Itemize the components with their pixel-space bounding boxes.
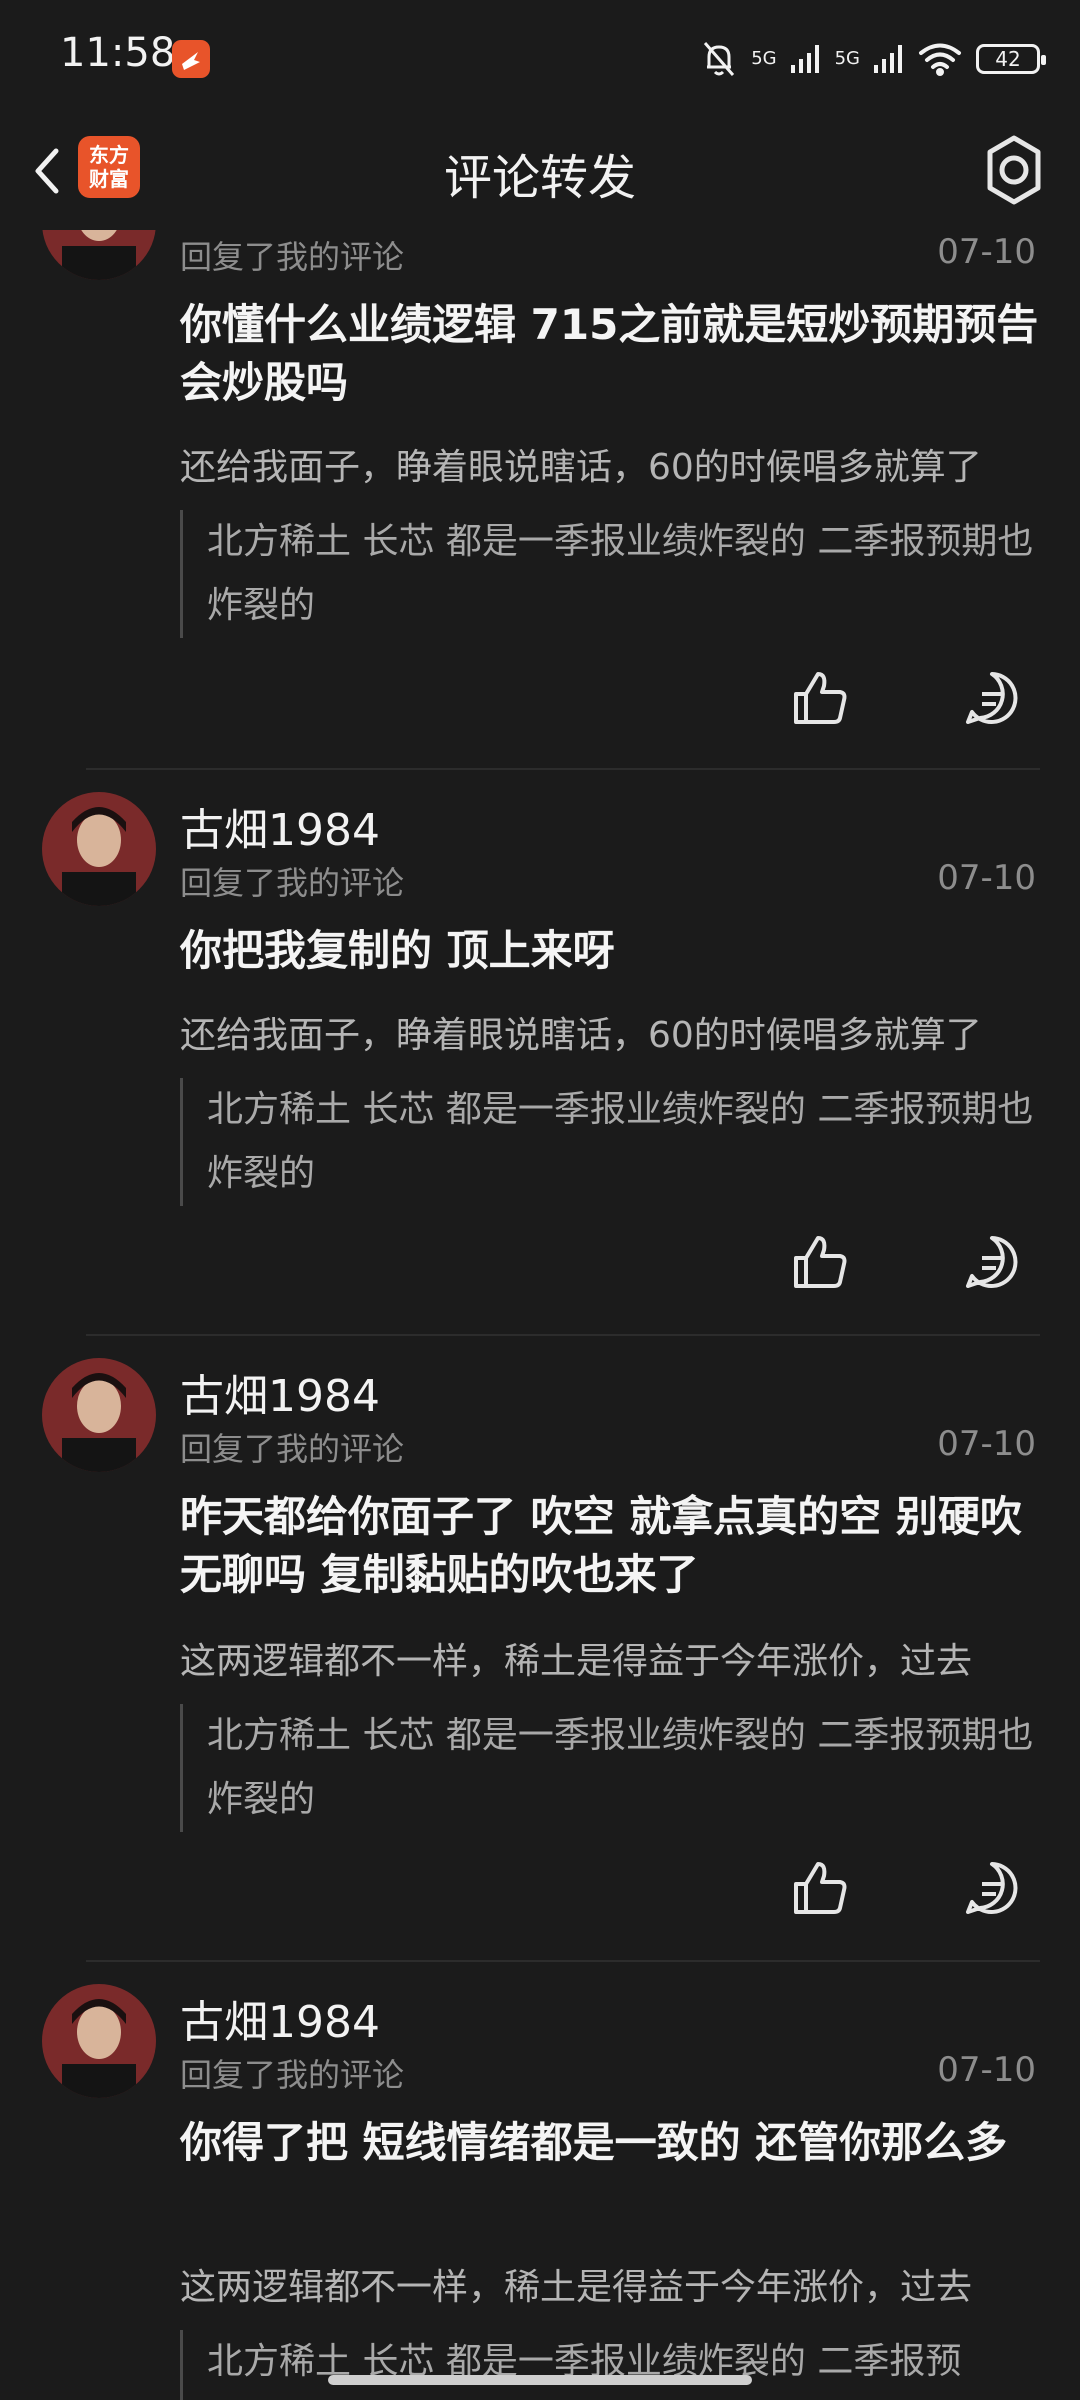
reply-button[interactable] <box>962 668 1022 728</box>
comment-date: 07-10 <box>937 232 1036 272</box>
like-button[interactable] <box>790 1858 850 1918</box>
reply-label: 回复了我的评论 <box>180 1430 405 1468</box>
username[interactable]: 古畑1984 <box>180 1986 380 2050</box>
app-notification-icon <box>172 40 210 78</box>
comment-date: 07-10 <box>937 2050 1036 2090</box>
username[interactable]: 古畑1984 <box>180 794 380 858</box>
settings-gear-icon <box>987 135 1041 205</box>
reply-button[interactable] <box>962 1858 1022 1918</box>
quoted-post[interactable]: 北方稀土 长芯 都是一季报业绩炸裂的 二季报预期也炸裂的 <box>180 1078 1040 1206</box>
comment-bubble-icon <box>966 672 1018 724</box>
user-avatar[interactable] <box>42 792 156 906</box>
thumbs-up-icon <box>794 1236 847 1288</box>
status-bar: 11:58 5G 5G 42 <box>0 0 1080 112</box>
battery-level: 42 <box>995 47 1021 71</box>
quoted-post[interactable]: 北方稀土 长芯 都是一季报业绩炸裂的 二季报预期也炸裂的 <box>180 510 1040 638</box>
original-comment[interactable]: 这两逻辑都不一样，稀土是得益于今年涨价，过去 <box>180 1632 1060 1684</box>
comment-bubble-icon <box>966 1236 1018 1288</box>
original-comment[interactable]: 这两逻辑都不一样，稀土是得益于今年涨价，过去 <box>180 2258 1060 2310</box>
comment-content[interactable]: 你把我复制的 顶上来呀 <box>180 922 1040 980</box>
comment-content[interactable]: 昨天都给你面子了 吹空 就拿点真的空 别硬吹 无聊吗 复制黏贴的吹也来了 <box>180 1488 1040 1604</box>
status-time: 11:58 <box>60 30 176 76</box>
user-avatar[interactable] <box>42 1358 156 1472</box>
reply-label: 回复了我的评论 <box>180 238 405 276</box>
divider <box>86 1334 1040 1336</box>
like-button[interactable] <box>790 1232 850 1292</box>
comment-date: 07-10 <box>937 858 1036 898</box>
like-button[interactable] <box>790 668 850 728</box>
comment-content[interactable]: 你得了把 短线情绪都是一致的 还管你那么多 <box>180 2114 1040 2172</box>
original-comment[interactable]: 还给我面子，睁着眼说瞎话，60的时候唱多就算了 <box>180 438 1060 490</box>
quoted-post[interactable]: 北方稀土 长芯 都是一季报业绩炸裂的 二季报预期也炸裂的 <box>180 1704 1040 1832</box>
reply-button[interactable] <box>962 1232 1022 1292</box>
network-type-1: 5G <box>751 48 777 69</box>
home-indicator[interactable] <box>328 2375 752 2385</box>
thumbs-up-icon <box>794 672 847 724</box>
settings-button[interactable] <box>974 130 1054 210</box>
battery-icon: 42 <box>976 44 1046 74</box>
comment-date: 07-10 <box>937 1424 1036 1464</box>
reply-label: 回复了我的评论 <box>180 2056 405 2094</box>
comment-content[interactable]: 你懂什么业绩逻辑 715之前就是短炒预期预告 会炒股吗 <box>180 296 1040 412</box>
page-title: 评论转发 <box>443 150 636 206</box>
signal-icon <box>790 45 819 73</box>
network-type-2: 5G <box>834 48 860 69</box>
thumbs-up-icon <box>794 1862 847 1914</box>
reply-label: 回复了我的评论 <box>180 864 405 902</box>
mute-bell-icon <box>704 42 735 76</box>
wifi-icon <box>919 43 961 76</box>
signal-icon <box>874 45 902 73</box>
original-comment[interactable]: 还给我面子，睁着眼说瞎话，60的时候唱多就算了 <box>180 1006 1060 1058</box>
divider <box>86 1960 1040 1962</box>
top-navbar: 东方 财富 评论转发 <box>0 112 1080 230</box>
comment-bubble-icon <box>966 1862 1018 1914</box>
divider <box>86 768 1040 770</box>
status-indicators: 5G 5G 42 <box>701 34 1046 84</box>
user-avatar[interactable] <box>42 1984 156 2098</box>
quoted-post[interactable]: 北方稀土 长芯 都是一季报业绩炸裂的 二季报预 <box>180 2330 1040 2400</box>
username[interactable]: 古畑1984 <box>180 1360 380 1424</box>
